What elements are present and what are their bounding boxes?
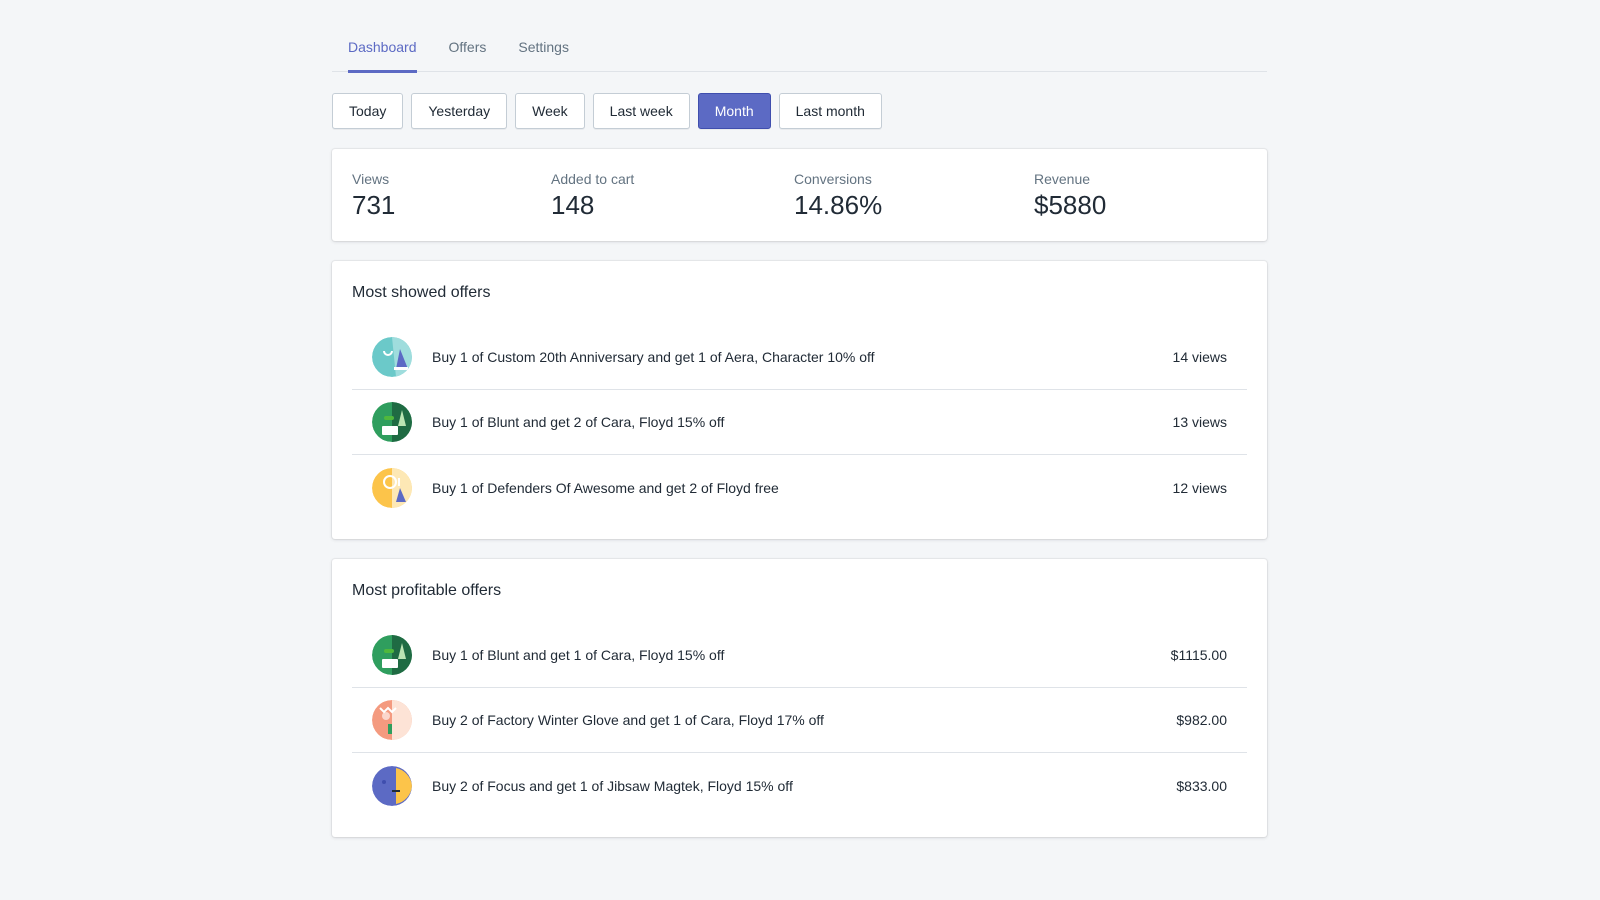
period-week-button[interactable]: Week xyxy=(515,93,585,129)
offer-text: Buy 1 of Defenders Of Awesome and get 2 … xyxy=(432,479,779,496)
offer-text: Buy 1 of Blunt and get 2 of Cara, Floyd … xyxy=(432,414,725,430)
offer-views: 12 views xyxy=(1172,479,1227,496)
stat-label: Revenue xyxy=(1034,171,1091,187)
offer-list: Buy 1 of Custom 20th Anniversary and get… xyxy=(352,325,1247,520)
list-item[interactable]: Buy 1 of Custom 20th Anniversary and get… xyxy=(352,325,1247,390)
stat-value: 731 xyxy=(352,190,396,220)
green-avatar-icon xyxy=(372,635,412,675)
list-item[interactable]: Buy 2 of Focus and get 1 of Jibsaw Magte… xyxy=(352,753,1247,818)
period-last-week-button[interactable]: Last week xyxy=(592,93,690,129)
offer-views: 14 views xyxy=(1172,349,1227,365)
list-item[interactable]: Buy 1 of Defenders Of Awesome and get 2 … xyxy=(352,455,1247,520)
period-month-button[interactable]: Month xyxy=(697,93,771,129)
stat-value: $5880 xyxy=(1034,190,1107,220)
stat-value: 148 xyxy=(551,190,595,220)
offer-text: Buy 1 of Blunt and get 1 of Cara, Floyd … xyxy=(432,647,725,663)
green-avatar-icon xyxy=(372,402,412,442)
period-selector: Today Yesterday Week Last week Month Las… xyxy=(332,93,882,129)
period-last-month-button[interactable]: Last month xyxy=(778,93,882,129)
teal-avatar-icon xyxy=(372,337,412,377)
period-today-button[interactable]: Today xyxy=(332,93,404,129)
offer-revenue: $1115.00 xyxy=(1170,647,1227,663)
stat-value: 14.86% xyxy=(794,190,883,220)
stat-revenue: Revenue $5880 xyxy=(1034,171,1106,221)
offer-text: Buy 1 of Custom 20th Anniversary and get… xyxy=(432,349,875,365)
offer-views: 13 views xyxy=(1172,414,1227,430)
period-yesterday-button[interactable]: Yesterday xyxy=(411,93,508,129)
list-item[interactable]: Buy 1 of Blunt and get 2 of Cara, Floyd … xyxy=(352,390,1247,455)
most-showed-offers-card: Most showed offers Buy 1 of Custom 20th … xyxy=(332,261,1267,539)
offer-revenue: $982.00 xyxy=(1176,712,1227,728)
tab-dashboard[interactable]: Dashboard xyxy=(332,30,433,73)
stat-label: Conversions xyxy=(794,171,872,187)
most-profitable-offers-card: Most profitable offers Buy 1 of Blunt an… xyxy=(332,559,1267,837)
list-item[interactable]: Buy 1 of Blunt and get 1 of Cara, Floyd … xyxy=(352,623,1247,688)
stat-views: Views 731 xyxy=(352,171,395,221)
stat-label: Added to cart xyxy=(551,171,635,187)
card-title: Most showed offers xyxy=(352,284,491,301)
stats-card: Views 731 Added to cart 148 Conversions … xyxy=(332,149,1267,241)
stat-label: Views xyxy=(352,171,390,187)
indigo-avatar-icon xyxy=(372,765,412,806)
offer-revenue: $833.00 xyxy=(1176,777,1227,794)
card-title: Most profitable offers xyxy=(352,582,502,599)
offer-text: Buy 2 of Focus and get 1 of Jibsaw Magte… xyxy=(432,777,793,794)
stat-added-to-cart: Added to cart 148 xyxy=(551,171,634,221)
tab-offers[interactable]: Offers xyxy=(433,30,503,72)
tab-settings[interactable]: Settings xyxy=(502,30,585,72)
list-item[interactable]: Buy 2 of Factory Winter Glove and get 1 … xyxy=(352,688,1247,753)
yellow-avatar-icon xyxy=(372,467,412,508)
tab-bar: Dashboard Offers Settings xyxy=(332,30,1267,73)
stat-conversions: Conversions 14.86% xyxy=(794,171,882,221)
offer-list: Buy 1 of Blunt and get 1 of Cara, Floyd … xyxy=(352,623,1247,818)
peach-avatar-icon xyxy=(372,700,412,740)
offer-text: Buy 2 of Factory Winter Glove and get 1 … xyxy=(432,712,824,728)
